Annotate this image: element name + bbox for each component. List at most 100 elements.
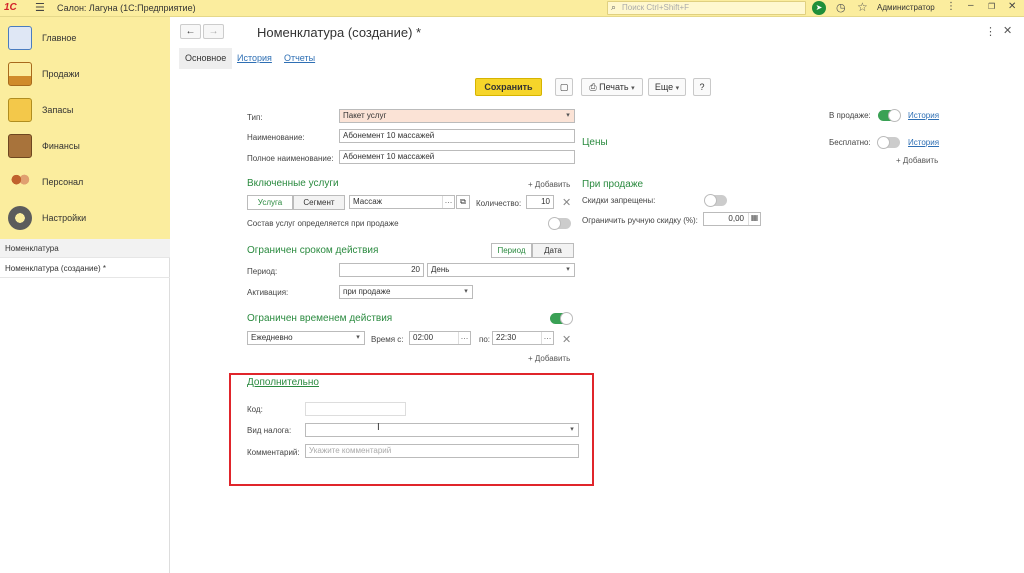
app-logo: 1С — [4, 2, 17, 13]
sidebar-item-sales[interactable]: Продажи — [0, 56, 170, 92]
printer-icon: ⎙ — [589, 82, 597, 92]
toggle-knob — [548, 217, 561, 230]
sidebar-item-main[interactable]: Главное — [0, 20, 170, 56]
gear-icon — [8, 206, 32, 230]
tax-select[interactable]: ▾ — [305, 423, 579, 437]
toggle-knob — [877, 136, 890, 149]
chevron-down-icon[interactable]: ▾ — [566, 424, 578, 436]
activation-select[interactable]: при продаже ▾ — [339, 285, 473, 299]
time-to-field[interactable]: 22:30 … — [492, 331, 554, 345]
select-dots-button[interactable]: … — [541, 332, 553, 344]
forward-button[interactable]: → — [203, 24, 224, 39]
timelimit-title: Ограничен временем действия — [247, 313, 393, 324]
add-price-link[interactable]: + Добавить — [896, 156, 938, 165]
sidebar-item-staff[interactable]: Персонал — [0, 164, 170, 200]
service-field[interactable]: Массаж … — [349, 195, 455, 209]
free-label: Бесплатно: — [829, 138, 871, 147]
sidebar-item-inventory[interactable]: Запасы — [0, 92, 170, 128]
clear-icon[interactable]: ✕ — [562, 333, 571, 346]
seg-service[interactable]: Услуга — [247, 195, 293, 210]
favorites-star-icon[interactable]: ☆ — [857, 0, 868, 14]
app-close-icon[interactable]: ✕ — [1008, 1, 1016, 12]
print-button[interactable]: ⎙ Печать ▾ — [581, 78, 643, 96]
chevron-down-icon[interactable]: ▾ — [562, 264, 574, 276]
current-user[interactable]: Администратор — [877, 3, 935, 12]
select-dots-button[interactable]: … — [442, 196, 454, 208]
discounts-toggle[interactable] — [704, 194, 727, 207]
seg-segment[interactable]: Сегмент — [293, 195, 345, 210]
tab-reports[interactable]: Отчеты — [278, 48, 321, 69]
open-link-icon[interactable]: ⧉ — [456, 195, 470, 209]
comment-field[interactable]: Укажите комментарий — [305, 444, 579, 458]
period-unit-select[interactable]: День ▾ — [427, 263, 575, 277]
window-menu-icon[interactable]: ⋮ — [946, 1, 956, 12]
fullname-field[interactable]: Абонемент 10 массажей — [339, 150, 575, 164]
save-button[interactable]: Сохранить — [475, 78, 542, 96]
global-search-input[interactable]: ⌕ Поиск Ctrl+Shift+F — [607, 1, 806, 15]
name-label: Наименование: — [247, 133, 305, 142]
composition-toggle[interactable] — [548, 217, 571, 230]
add-timelimit-link[interactable]: + Добавить — [528, 354, 570, 363]
open-window-item[interactable]: Номенклатура (создание) * — [0, 259, 170, 278]
time-from-label: Время с: — [371, 335, 404, 344]
copy-button[interactable]: ▢ — [555, 78, 573, 96]
free-toggle[interactable] — [877, 136, 900, 149]
prices-title: Цены — [582, 137, 608, 148]
sidebar-item-settings[interactable]: Настройки — [0, 200, 170, 236]
name-field[interactable]: Абонемент 10 массажей — [339, 129, 575, 143]
fullname-label: Полное наименование: — [247, 154, 334, 163]
notifications-icon[interactable]: ➤ — [812, 1, 826, 15]
chevron-down-icon[interactable]: ▾ — [562, 110, 574, 122]
restore-icon[interactable]: ❐ — [988, 2, 995, 11]
chevron-down-icon[interactable]: ▾ — [352, 332, 364, 344]
search-icon: ⌕ — [611, 2, 617, 12]
qty-field[interactable]: 10 — [526, 195, 554, 209]
app-title: Салон: Лагуна (1С:Предприятие) — [57, 3, 196, 13]
period-field[interactable]: 20 — [339, 263, 424, 277]
select-dots-button[interactable]: … — [458, 332, 470, 344]
minimize-icon[interactable]: – — [968, 0, 974, 11]
schedule-select[interactable]: Ежедневно ▾ — [247, 331, 365, 345]
onsale-history-link[interactable]: История — [908, 111, 939, 120]
code-field[interactable] — [305, 402, 406, 416]
back-button[interactable]: ← — [180, 24, 201, 39]
additional-title[interactable]: Дополнительно — [247, 377, 319, 388]
chevron-down-icon: ▾ — [631, 85, 635, 92]
history-icon[interactable]: ◷ — [836, 1, 846, 14]
type-select[interactable]: Пакет услуг ▾ — [339, 109, 575, 123]
timelimit-toggle[interactable] — [550, 312, 573, 325]
print-label: Печать — [599, 82, 629, 92]
sidebar-item-finance[interactable]: Финансы — [0, 128, 170, 164]
open-window-item[interactable]: Номенклатура — [0, 239, 170, 258]
form-menu-icon[interactable]: ⋮ — [985, 25, 996, 38]
search-placeholder: Поиск Ctrl+Shift+F — [622, 3, 690, 12]
help-button[interactable]: ? — [693, 78, 711, 96]
close-icon[interactable]: ✕ — [1003, 24, 1012, 37]
sidebar-item-label: Персонал — [42, 177, 84, 187]
clear-icon[interactable]: ✕ — [562, 196, 571, 209]
main-menu-icon[interactable]: ☰ — [35, 1, 45, 14]
more-button[interactable]: Еще ▾ — [648, 78, 686, 96]
duration-title: Ограничен сроком действия — [247, 245, 379, 256]
calculator-icon[interactable]: ▦ — [748, 213, 760, 225]
qty-label: Количество: — [476, 199, 522, 208]
atsale-title: При продаже — [582, 179, 644, 190]
tab-history[interactable]: История — [231, 48, 278, 69]
onsale-toggle[interactable] — [878, 109, 901, 122]
chevron-down-icon[interactable]: ▾ — [460, 286, 472, 298]
add-service-link[interactable]: + Добавить — [528, 180, 570, 189]
sidebar-item-label: Продажи — [42, 69, 80, 79]
sidebar-item-label: Запасы — [42, 105, 74, 115]
free-history-link[interactable]: История — [908, 138, 939, 147]
time-from-field[interactable]: 02:00 … — [409, 331, 471, 345]
code-label: Код: — [247, 405, 263, 414]
sales-chart-icon — [8, 62, 32, 86]
toggle-knob — [560, 312, 573, 325]
sections-panel: Главное Продажи Запасы Финансы Персонал … — [0, 17, 170, 239]
title-bar: 1С ☰ Салон: Лагуна (1С:Предприятие) ⌕ По… — [0, 0, 1024, 17]
limit-field[interactable]: 0,00 ▦ — [703, 212, 761, 226]
tab-main[interactable]: Основное — [179, 48, 233, 69]
seg-period[interactable]: Период — [491, 243, 532, 258]
clipboard-icon — [8, 26, 32, 50]
seg-date[interactable]: Дата — [532, 243, 574, 258]
